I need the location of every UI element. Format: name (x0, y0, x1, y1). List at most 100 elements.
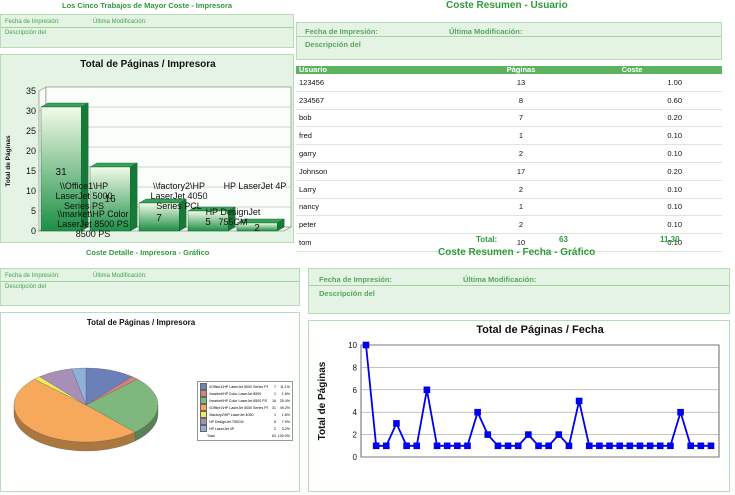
cell-user: fred (296, 126, 463, 146)
data-point (636, 442, 644, 450)
legend-swatch (200, 425, 207, 432)
data-point (535, 442, 542, 450)
y-tick-label: 10 (348, 341, 357, 350)
data-point (433, 442, 441, 450)
description-label: Descripción del (319, 289, 375, 298)
pie-chart-title: Total de Páginas / Impresora (87, 318, 196, 327)
cell-cost: 0.10 (579, 233, 722, 252)
data-point (585, 442, 593, 450)
line-chart-title: Total de Páginas / Fecha (476, 324, 604, 336)
bar-data-label: 2 (254, 223, 260, 234)
cell-user: Larry (296, 180, 463, 199)
y-tick-label: 5 (31, 206, 36, 216)
line-chart-panel: Total de Páginas / Fecha 0 2 4 6 8 10 Total de … (308, 320, 730, 492)
cell-user: bob (296, 109, 463, 128)
cell-cost: 0.20 (579, 162, 722, 181)
cell-pages: 13 (463, 74, 579, 92)
cell-user: peter (296, 215, 463, 235)
x-tick-label: \\market\HP Color (57, 209, 128, 219)
bar-side (129, 162, 138, 232)
pie-legend: \\Office1\HP LaserJet 5000 Series PS 7 11.… (197, 381, 293, 441)
y-tick-label: 4 (353, 408, 358, 417)
divider (309, 285, 729, 286)
y-tick-label: 8 (353, 363, 358, 372)
total-label: Total: (476, 235, 498, 244)
bottom-right-header-panel: Fecha de Impresión: Última Modificación:… (308, 268, 730, 314)
data-point (656, 442, 664, 450)
data-point (626, 442, 634, 450)
y-tick-label: 0 (31, 226, 36, 236)
y-tick-label: 0 (353, 453, 358, 462)
header-pages: Páginas (463, 66, 579, 74)
legend-item: \\market\HP Color LaserJet 8500 1 1.6% (200, 390, 290, 397)
legend-value: 63 (272, 433, 276, 438)
data-point (667, 442, 674, 450)
table-row: 123456 13 1.00 (296, 74, 722, 92)
print-date-label: Fecha de Impresión: (319, 275, 392, 284)
legend-swatch (200, 397, 207, 404)
x-tick-label: HP DesignJet (206, 207, 261, 217)
legend-percent: 11.1% (280, 384, 290, 389)
data-point (464, 442, 471, 450)
cell-pages: 1 (463, 198, 579, 217)
legend-swatch (200, 418, 207, 425)
line-chart: Total de Páginas / Fecha 0 2 4 6 8 10 Total de … (317, 324, 720, 462)
total-pages: 63 (559, 235, 568, 244)
bar-chart: Total de Páginas / Impresora051015202530… (5, 59, 293, 239)
y-tick-label: 2 (353, 431, 358, 440)
table-row: nancy 1 0.10 (296, 198, 722, 217)
legend-label: Total (207, 433, 215, 438)
data-point (362, 341, 370, 349)
bottom-left-header-panel: Fecha de Impresión: Última Modificación:… (0, 268, 300, 306)
legend-label: HP DesignJet 755CM (209, 419, 244, 424)
legend-value: 16 (272, 398, 276, 403)
table-row: Larry 2 0.10 (296, 180, 722, 199)
bar-top (89, 162, 138, 168)
data-point (443, 442, 451, 450)
cell-pages: 7 (463, 109, 579, 128)
cell-pages: 17 (463, 162, 579, 181)
data-point (616, 442, 623, 450)
data-point (677, 408, 684, 416)
print-date-label: Fecha de Impresión: (305, 27, 378, 36)
y-tick-label: 6 (353, 386, 358, 395)
legend-value: 7 (274, 384, 276, 389)
plot-area (360, 344, 720, 458)
data-point (545, 442, 552, 450)
legend-label: \\factory2\HP LaserJet 4050 (209, 412, 254, 417)
bar-data-label: 7 (156, 213, 162, 224)
data-point (423, 386, 431, 394)
legend-value: 1 (274, 412, 276, 417)
y-tick-label: 35 (26, 86, 36, 96)
data-point (575, 397, 583, 405)
legend-item: \\Office1\HP LaserJet 5000 Series PS 7 11.… (200, 383, 290, 390)
user-cost-table: Usuario Páginas Coste 123456 13 1.00 234567… (296, 66, 722, 252)
cell-cost: 0.10 (579, 198, 722, 217)
cell-pages: 1 (463, 126, 579, 146)
legend-percent: 100.0% (277, 433, 290, 438)
legend-value: 5 (274, 419, 276, 424)
legend-label: HP LaserJet 4P (209, 426, 235, 431)
table-row: peter 2 0.10 (296, 215, 722, 235)
divider (1, 281, 299, 282)
last-modified-label: Última Modificación: (449, 27, 523, 36)
header-user: Usuario (296, 66, 463, 74)
cell-pages: 2 (463, 180, 579, 199)
data-point (494, 442, 502, 450)
data-point (403, 442, 410, 450)
cell-pages: 8 (463, 91, 579, 110)
description-label: Descripción del (305, 40, 361, 49)
cell-cost: 0.20 (579, 109, 722, 128)
legend-percent: 1.6% (281, 391, 290, 396)
x-tick-label: \\factory2\HP (153, 181, 205, 191)
cell-cost: 0.10 (579, 180, 722, 199)
top-right-header-panel: Fecha de Impresión: Última Modificación:… (296, 22, 722, 60)
cell-cost: 0.10 (579, 126, 722, 146)
table-header-row: Usuario Páginas Coste (296, 66, 722, 74)
legend-value: 31 (272, 405, 276, 410)
x-tick-label: HP LaserJet 4P (224, 181, 287, 191)
header-cost: Coste (579, 66, 722, 74)
data-point (596, 442, 603, 450)
data-point (484, 431, 492, 438)
cell-pages: 2 (463, 144, 579, 163)
